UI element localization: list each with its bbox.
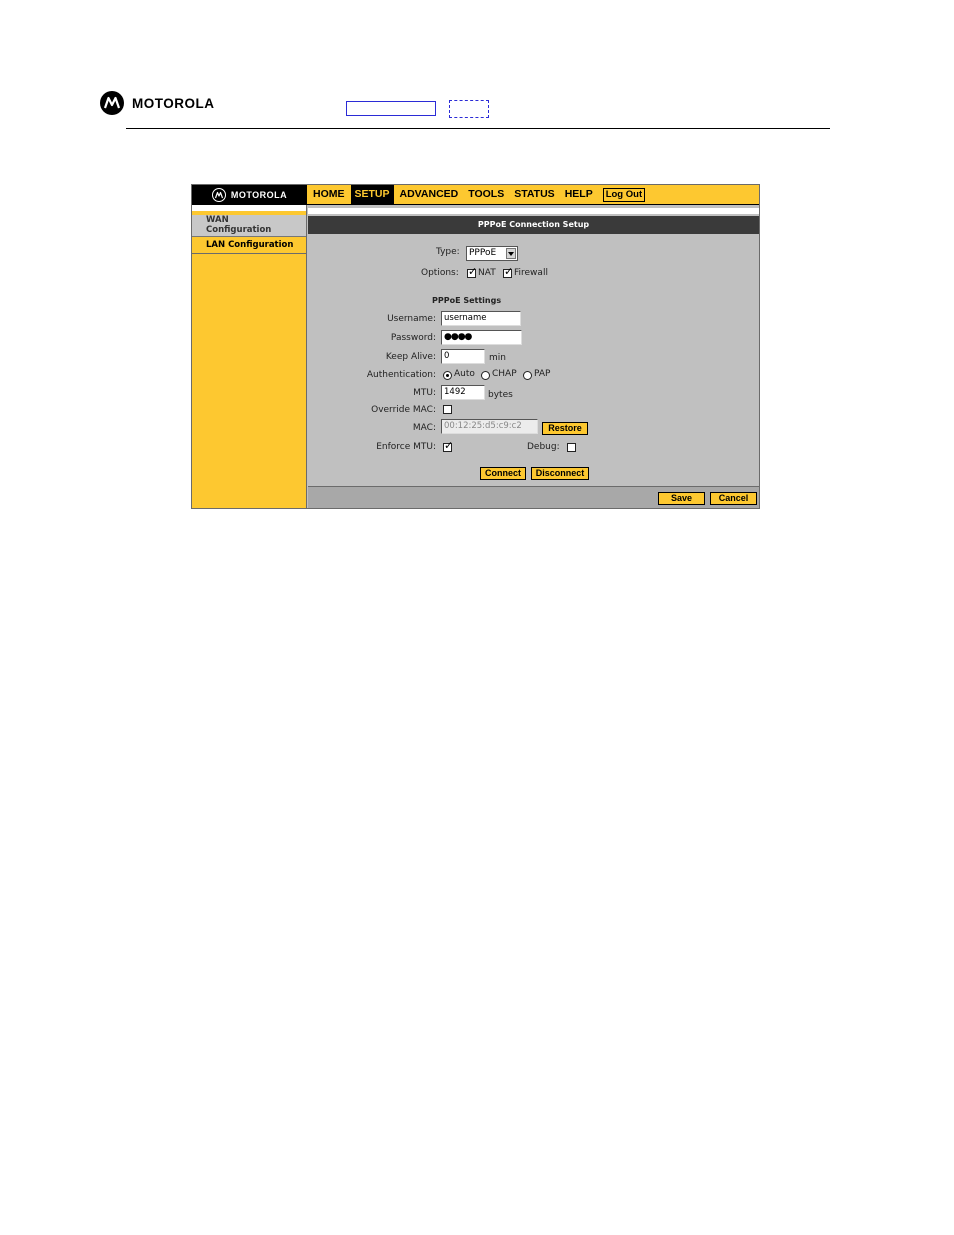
debug-checkbox[interactable] (567, 443, 576, 452)
sidebar-item-lan-configuration[interactable]: LAN Configuration (192, 238, 306, 254)
auth-pap-radio[interactable] (523, 371, 532, 380)
firewall-checkbox[interactable]: ✓ (503, 265, 514, 278)
nav-status[interactable]: STATUS (510, 185, 558, 204)
nav-home[interactable]: HOME (309, 185, 349, 204)
header-link-box-dashed[interactable] (449, 100, 489, 118)
keep-alive-unit: min (489, 353, 506, 363)
header-link-box[interactable] (346, 101, 436, 116)
authentication-label: Authentication: (366, 370, 436, 380)
password-input[interactable]: ●●●● (441, 330, 522, 345)
mac-label: MAC: (412, 423, 436, 433)
chevron-down-icon[interactable] (506, 248, 516, 259)
debug-label: Debug: (527, 442, 560, 452)
app-brand: MOTOROLA (230, 190, 288, 200)
type-select[interactable]: PPPoE (466, 246, 518, 261)
auth-chap-radio[interactable] (481, 371, 490, 380)
keep-alive-label: Keep Alive: (385, 352, 436, 362)
options-label: Options: (421, 268, 459, 278)
auth-pap-label: PAP (534, 369, 551, 379)
checkmark-icon: ✓ (444, 439, 454, 452)
auth-auto-radio[interactable] (443, 371, 452, 380)
top-navigation: HOME SETUP ADVANCED TOOLS STATUS HELP Lo… (307, 185, 759, 205)
motorola-batwing-icon (100, 91, 124, 115)
mtu-unit: bytes (488, 390, 513, 400)
auth-chap-label: CHAP (492, 369, 517, 379)
nav-setup[interactable]: SETUP (350, 185, 394, 204)
pppoe-settings-heading: PPPoE Settings (432, 296, 502, 305)
mtu-label: MTU: (413, 388, 436, 398)
username-input[interactable]: username (441, 311, 521, 326)
sidebar-item-wan-configuration[interactable]: WAN Configuration (192, 215, 306, 237)
document-brand: MOTOROLA (132, 95, 215, 111)
connect-button[interactable]: Connect (480, 467, 526, 480)
sidebar-item-label: LAN Configuration (206, 240, 294, 250)
nat-checkbox[interactable]: ✓ (467, 265, 478, 278)
type-select-value: PPPoE (469, 248, 497, 258)
override-mac-label: Override MAC: (371, 405, 436, 415)
sidebar: WAN Configuration LAN Configuration (192, 205, 307, 508)
nat-label: NAT (478, 268, 496, 278)
action-bar: Save Cancel (308, 486, 759, 508)
enforce-mtu-checkbox[interactable]: ✓ (443, 439, 454, 452)
restore-button[interactable]: Restore (542, 422, 588, 435)
password-label: Password: (390, 333, 436, 343)
auth-auto-label: Auto (454, 369, 475, 379)
cancel-button[interactable]: Cancel (710, 492, 757, 505)
content-divider (308, 208, 759, 214)
nav-tools[interactable]: TOOLS (464, 185, 508, 204)
nav-advanced[interactable]: ADVANCED (396, 185, 463, 204)
motorola-batwing-icon (211, 188, 226, 202)
checkmark-icon: ✓ (504, 265, 514, 278)
firewall-label: Firewall (514, 268, 548, 278)
username-label: Username: (387, 314, 436, 324)
mtu-input[interactable]: 1492 (441, 385, 485, 400)
save-button[interactable]: Save (658, 492, 705, 505)
checkmark-icon: ✓ (468, 265, 478, 278)
sidebar-item-label: Configuration (206, 224, 272, 235)
section-title: PPPoE Connection Setup (308, 216, 759, 234)
nav-help[interactable]: HELP (561, 185, 597, 204)
disconnect-button[interactable]: Disconnect (531, 467, 589, 480)
app-logo: MOTOROLA (192, 185, 307, 205)
keep-alive-input[interactable]: 0 (441, 349, 485, 364)
document-logo: MOTOROLA (100, 90, 230, 116)
override-mac-checkbox[interactable] (443, 405, 452, 414)
type-label: Type: (436, 247, 460, 257)
router-config-window: MOTOROLA HOME SETUP ADVANCED TOOLS STATU… (191, 184, 760, 509)
mac-input[interactable]: 00:12:25:d5:c9:c2 (441, 419, 538, 434)
header-divider (126, 128, 830, 129)
sidebar-divider (192, 205, 306, 211)
enforce-mtu-label: Enforce MTU: (376, 442, 436, 452)
logout-button[interactable]: Log Out (602, 187, 646, 202)
